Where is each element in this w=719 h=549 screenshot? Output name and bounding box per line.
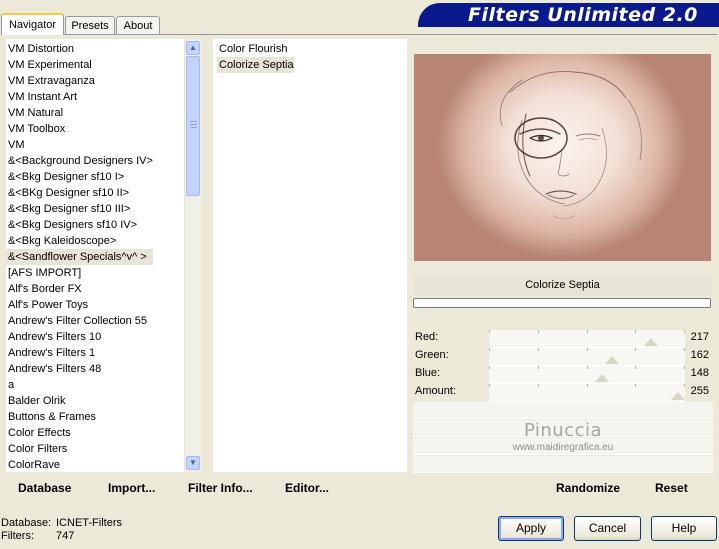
category-item[interactable]: Andrew's Filters 1	[6, 345, 153, 361]
cancel-button[interactable]: Cancel	[574, 516, 641, 541]
category-item[interactable]: [AFS IMPORT]	[6, 265, 153, 281]
slider-row[interactable]: Green: 162	[413, 348, 713, 366]
slider-label: Amount:	[415, 385, 456, 397]
randomize-button[interactable]: Randomize	[556, 481, 620, 495]
empty-param-row	[413, 456, 713, 473]
portrait-sketch	[499, 71, 642, 220]
status-filters-label: Filters:	[1, 530, 34, 542]
slider-row[interactable]: Red: 217	[413, 330, 713, 348]
slider-thumb[interactable]	[644, 338, 658, 346]
category-item[interactable]: Color Effects	[6, 425, 153, 441]
category-item[interactable]: VM Extravaganza	[6, 73, 153, 89]
slider-value: 217	[690, 331, 709, 343]
category-item[interactable]: Alf's Border FX	[6, 281, 153, 297]
slider-track[interactable]	[489, 384, 685, 402]
import-button-label: Import...	[108, 481, 156, 495]
tab-navigator-label: Navigator	[8, 19, 57, 31]
filter-list[interactable]: Color Flourish Colorize Septia	[213, 39, 407, 472]
tab-about[interactable]: About	[116, 16, 160, 34]
help-button[interactable]: Help	[651, 516, 717, 541]
reset-button[interactable]: Reset	[655, 481, 688, 495]
status-filters-value: 747	[56, 530, 75, 542]
scroll-down-icon[interactable]: ▼	[186, 456, 200, 470]
import-button[interactable]: Import...	[108, 481, 155, 495]
category-item[interactable]: &<Sandflower Specials^v^ >	[6, 249, 153, 265]
category-item[interactable]: VM Experimental	[6, 57, 153, 73]
slider-value: 148	[690, 367, 709, 379]
tab-about-label: About	[123, 20, 153, 32]
tab-presets[interactable]: Presets	[65, 16, 115, 34]
tab-presets-label: Presets	[71, 20, 109, 32]
category-item[interactable]: VM Natural	[6, 105, 153, 121]
filter-item[interactable]: Colorize Septia	[217, 57, 294, 73]
slider-label: Green:	[415, 349, 449, 361]
empty-param-row	[413, 402, 713, 419]
category-item[interactable]: &<Bkg Designer sf10 III>	[6, 201, 153, 217]
database-button[interactable]: Database	[18, 481, 71, 495]
category-scrollbar[interactable]: ▲ ▼	[184, 39, 201, 472]
tab-divider	[1, 34, 717, 35]
slider-thumb[interactable]	[671, 392, 685, 400]
category-item[interactable]: Alf's Power Toys	[6, 297, 153, 313]
filter-name-text: Colorize Septia	[525, 279, 600, 291]
slider-thumb[interactable]	[595, 374, 609, 382]
editor-button[interactable]: Editor...	[285, 481, 329, 495]
category-item[interactable]: &<Bkg Kaleidoscope>	[6, 233, 153, 249]
category-item[interactable]: VM Toolbox	[6, 121, 153, 137]
slider-track[interactable]	[489, 366, 685, 384]
slider-value: 255	[690, 385, 709, 397]
category-item[interactable]: a	[6, 377, 153, 393]
slider-thumb[interactable]	[605, 356, 619, 364]
slider-value: 162	[690, 349, 709, 361]
apply-button[interactable]: Apply	[498, 516, 564, 541]
category-item[interactable]: ColorRave	[6, 457, 153, 472]
category-item[interactable]: Balder Olrik	[6, 393, 153, 409]
watermark-site: www.maidiregrafica.eu	[512, 442, 614, 453]
slider-label: Red:	[415, 331, 439, 343]
randomize-button-label: Randomize	[556, 481, 621, 495]
tab-navigator[interactable]: Navigator	[1, 13, 64, 35]
status-database-value: ICNET-Filters	[56, 517, 122, 529]
title-banner: Filters Unlimited 2.0	[418, 3, 719, 27]
status-database-label: Database:	[1, 517, 52, 529]
category-item[interactable]: VM Distortion	[6, 41, 153, 57]
watermark-name: Pinuccia	[523, 420, 603, 441]
reset-button-label: Reset	[655, 481, 688, 495]
category-item[interactable]: Andrew's Filters 10	[6, 329, 153, 345]
category-item[interactable]: &<Bkg Designers sf10 IV>	[6, 217, 153, 233]
preview-image	[414, 54, 711, 261]
category-item[interactable]: &<Bkg Designer sf10 I>	[6, 169, 153, 185]
filter-info-button-label: Filter Info...	[188, 481, 253, 495]
category-item[interactable]: Andrew's Filter Collection 55	[6, 313, 153, 329]
category-item[interactable]: Andrew's Filters 48	[6, 361, 153, 377]
progress-bar	[413, 298, 711, 308]
category-item[interactable]: VM Instant Art	[6, 89, 153, 105]
slider-row[interactable]: Blue: 148	[413, 366, 713, 384]
scrollbar-thumb[interactable]	[186, 56, 200, 196]
category-item[interactable]: VM	[6, 137, 153, 153]
category-item[interactable]: Buttons & Frames	[6, 409, 153, 425]
scroll-up-icon[interactable]: ▲	[186, 41, 200, 55]
filter-info-button[interactable]: Filter Info...	[188, 481, 253, 495]
category-item[interactable]: Color Filters	[6, 441, 153, 457]
apply-button-label: Apply	[515, 521, 547, 535]
slider-track[interactable]	[489, 330, 685, 348]
filter-item[interactable]: Color Flourish	[217, 41, 294, 57]
category-item[interactable]: &<BKg Designer sf10 II>	[6, 185, 153, 201]
database-button-label: Database	[18, 481, 72, 495]
slider-label: Blue:	[415, 367, 441, 379]
category-item[interactable]: &<Background Designers IV>	[6, 153, 153, 169]
filter-name-label: Colorize Septia	[413, 274, 712, 296]
cancel-button-label: Cancel	[588, 521, 627, 535]
slider-row[interactable]: Amount: 255	[413, 384, 713, 402]
category-list[interactable]: VM Distortion VM Experimental VM Extravaga…	[6, 39, 184, 472]
category-list-items: VM Distortion VM Experimental VM Extravaga…	[6, 41, 153, 472]
help-button-label: Help	[671, 521, 697, 535]
editor-button-label: Editor...	[285, 481, 330, 495]
app-title: Filters Unlimited 2.0	[468, 4, 698, 26]
slider-track[interactable]	[489, 348, 685, 366]
filter-list-items: Color Flourish Colorize Septia	[217, 41, 294, 73]
